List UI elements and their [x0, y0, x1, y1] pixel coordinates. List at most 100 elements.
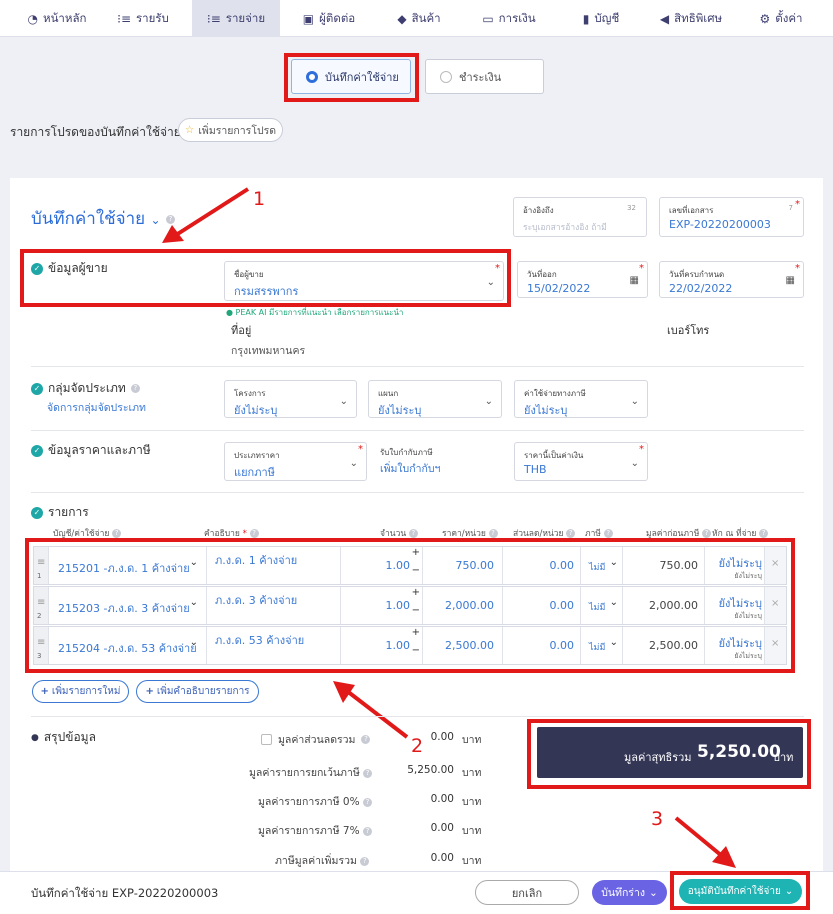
- wht-select[interactable]: ยังไม่ระบุ ยังไม่ระบุ: [705, 587, 765, 624]
- discount-input[interactable]: 0.00: [503, 627, 581, 664]
- box-icon: ◆: [397, 11, 407, 26]
- tax-expense-select[interactable]: ค่าใช้จ่ายทางภาษี ยังไม่ระบุ ⌄: [514, 380, 648, 418]
- drag-handle-icon[interactable]: ≡ 2: [34, 587, 49, 624]
- nav-income[interactable]: ⁝≡ รายรับ: [104, 0, 182, 37]
- drag-handle-icon[interactable]: ≡ 1: [34, 547, 49, 584]
- chevron-down-icon: ⌄: [609, 557, 618, 568]
- nav-expense[interactable]: ⁝≡ รายจ่าย: [192, 0, 280, 37]
- currency-select[interactable]: ราคานี้เป็นค่าเงิน * THB ⌄: [514, 442, 648, 481]
- required-marker: *: [795, 199, 800, 210]
- project-select[interactable]: โครงการ ยังไม่ระบุ ⌄: [224, 380, 357, 418]
- discount-input[interactable]: 0.00: [503, 587, 581, 624]
- qty-stepper[interactable]: 1.00 + −: [341, 627, 423, 664]
- plus-icon[interactable]: +: [412, 547, 420, 558]
- delete-row-icon[interactable]: ×: [765, 547, 786, 584]
- plus-icon[interactable]: +: [412, 627, 420, 638]
- help-icon: ?: [361, 735, 371, 744]
- nav-privileges[interactable]: ◀ สิทธิพิเศษ: [646, 0, 736, 37]
- unit: บาท: [462, 825, 482, 837]
- due-date-field[interactable]: วันที่ครบกำหนด * 22/02/2022 ▦: [659, 261, 804, 298]
- approve-button[interactable]: อนุมัติบันทึกค่าใช้จ่าย ⌄: [679, 879, 802, 904]
- nav-settings[interactable]: ⚙ ตั้งค่า: [748, 0, 814, 37]
- discount-total-value: 0.00: [430, 731, 454, 743]
- minus-icon[interactable]: −: [412, 605, 420, 616]
- add-tax-invoice-link[interactable]: เพิ่มใบกำกับฯ: [380, 460, 440, 477]
- nav-contacts[interactable]: ▣ ผู้ติดต่อ: [290, 0, 368, 37]
- record-expense-option[interactable]: บันทึกค่าใช้จ่าย: [291, 59, 411, 94]
- list-icon: ⁝≡: [206, 11, 221, 26]
- help-icon: ?: [363, 768, 373, 778]
- wht-select[interactable]: ยังไม่ระบุ ยังไม่ระบุ: [705, 547, 765, 584]
- issue-date-field[interactable]: วันที่ออก * 15/02/2022 ▦: [517, 261, 648, 298]
- star-icon: ☆: [184, 124, 195, 136]
- chevron-down-icon: ⌄: [648, 886, 658, 899]
- exempt-total-row: มูลค่ารายการยกเว้นภาษี ?: [249, 764, 373, 781]
- vat-select[interactable]: ไม่มี ⌄: [581, 547, 623, 584]
- chevron-down-icon: ⌄: [189, 557, 198, 568]
- description-input[interactable]: ภ.ง.ด. 3 ค้างจ่าย: [207, 587, 341, 624]
- required-marker: *: [358, 444, 363, 455]
- divider: [31, 716, 804, 717]
- footer-doc-title: บันทึกค่าใช้จ่าย EXP-20220200003: [31, 886, 219, 900]
- favorites-label: รายการโปรดของบันทึกค่าใช้จ่าย: [10, 125, 181, 139]
- check-icon: ✓: [31, 382, 43, 395]
- price-type-select[interactable]: ประเภทราคา * แยกภาษี ⌄: [224, 442, 367, 481]
- description-input[interactable]: ภ.ง.ด. 53 ค้างจ่าย: [207, 627, 341, 664]
- zero-rate-value: 0.00: [430, 793, 454, 805]
- discount-input[interactable]: 0.00: [503, 547, 581, 584]
- description-input[interactable]: ภ.ง.ด. 1 ค้างจ่าย: [207, 547, 341, 584]
- account-select[interactable]: 215204 -ภ.ง.ด. 53 ค้างจ่าย ⌄: [49, 627, 207, 664]
- price-input[interactable]: 2,000.00: [423, 587, 503, 624]
- cancel-button[interactable]: ยกเลิก: [475, 880, 579, 905]
- price-input[interactable]: 750.00: [423, 547, 503, 584]
- calendar-icon: ▦: [785, 275, 795, 286]
- add-description-button[interactable]: + เพิ่มคำอธิบายรายการ: [136, 680, 259, 703]
- dashboard-icon: ◔: [27, 11, 38, 26]
- vendor-name-field[interactable]: ชื่อผู้ขาย * กรมสรรพากร ⌄: [224, 261, 504, 301]
- chevron-down-icon: ⌄: [609, 637, 618, 648]
- table-row: ≡ 3 215204 -ภ.ง.ด. 53 ค้างจ่าย ⌄ ภ.ง.ด. 53…: [33, 626, 787, 665]
- nav-home[interactable]: ◔ หน้าหลัก: [18, 0, 96, 37]
- reference-field[interactable]: อ้างอิงถึง 32 ระบุเอกสารอ้างอิง ถ้ามี: [513, 197, 647, 237]
- department-select[interactable]: แผนก ยังไม่ระบุ ⌄: [368, 380, 502, 418]
- discount-checkbox[interactable]: [261, 734, 272, 745]
- plus-icon[interactable]: +: [412, 587, 420, 598]
- nav-products[interactable]: ◆ สินค้า: [380, 0, 458, 37]
- exempt-total-value: 5,250.00: [407, 764, 454, 776]
- drag-handle-icon[interactable]: ≡ 3: [34, 627, 49, 664]
- add-favorite-button[interactable]: ☆ เพิ่มรายการโปรด: [178, 118, 283, 142]
- help-icon: ?: [603, 529, 613, 538]
- qty-stepper[interactable]: 1.00 + −: [341, 547, 423, 584]
- discount-total-row: มูลค่าส่วนลดรวม ?: [261, 731, 371, 748]
- delete-row-icon[interactable]: ×: [765, 627, 786, 664]
- price-input[interactable]: 2,500.00: [423, 627, 503, 664]
- add-item-button[interactable]: + เพิ่มรายการใหม่: [32, 680, 129, 703]
- account-select[interactable]: 215201 -ภ.ง.ด. 1 ค้างจ่าย ⌄: [49, 547, 207, 584]
- divider: [31, 492, 804, 493]
- doc-number-field[interactable]: เลขที่เอกสาร 7 * EXP-20220200003: [659, 197, 804, 237]
- net-total-value: 5,250.00: [697, 742, 781, 762]
- save-draft-button[interactable]: บันทึกร่าง ⌄: [592, 880, 667, 905]
- top-nav: ◔ หน้าหลัก ⁝≡ รายรับ ⁝≡ รายจ่าย ▣ ผู้ติดต่อ …: [0, 0, 833, 37]
- nav-accounting[interactable]: ▮ บัญชี: [566, 0, 636, 37]
- wht-select[interactable]: ยังไม่ระบุ ยังไม่ระบุ: [705, 627, 765, 664]
- vat-select[interactable]: ไม่มี ⌄: [581, 587, 623, 624]
- manage-category-link[interactable]: จัดการกลุ่มจัดประเภท: [47, 399, 146, 416]
- unit: บาท: [462, 734, 482, 746]
- check-icon: ✓: [31, 506, 43, 519]
- chevron-down-icon: ⌄: [484, 396, 493, 407]
- nav-finance[interactable]: ▭ การเงิน: [470, 0, 548, 37]
- pretax-value: 2,500.00: [623, 627, 705, 664]
- pay-option[interactable]: ชำระเงิน: [425, 59, 544, 94]
- net-total-label: มูลค่าสุทธิรวม: [624, 751, 692, 764]
- account-select[interactable]: 215203 -ภ.ง.ด. 3 ค้างจ่าย ⌄: [49, 587, 207, 624]
- annotation-number-3: 3: [651, 808, 664, 830]
- minus-icon[interactable]: −: [412, 565, 420, 576]
- qty-stepper[interactable]: 1.00 + −: [341, 587, 423, 624]
- delete-row-icon[interactable]: ×: [765, 587, 786, 624]
- table-row: ≡ 1 215201 -ภ.ง.ด. 1 ค้างจ่าย ⌄ ภ.ง.ด. 1 ค…: [33, 546, 787, 585]
- ai-hint[interactable]: ● PEAK AI มีรายการที่แนะนำ เลือกรายการแน…: [226, 306, 403, 319]
- minus-icon[interactable]: −: [412, 645, 420, 656]
- chevron-down-icon: ⌄: [630, 396, 639, 407]
- vat-select[interactable]: ไม่มี ⌄: [581, 627, 623, 664]
